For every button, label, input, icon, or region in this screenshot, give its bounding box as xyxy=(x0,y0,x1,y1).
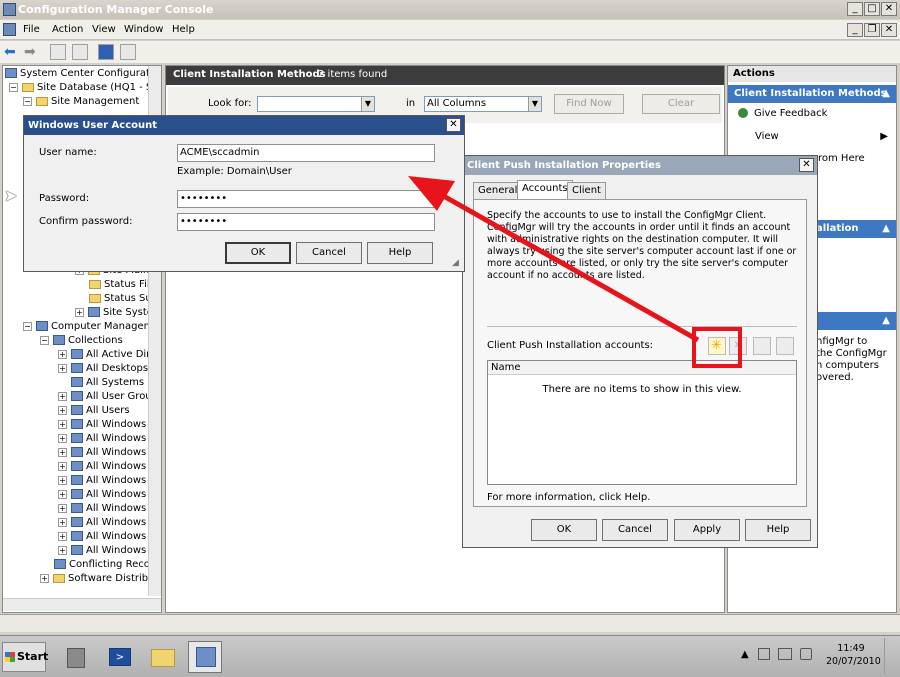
show-desktop-button[interactable] xyxy=(884,638,898,674)
annotation-highlight-box xyxy=(692,327,742,368)
flag-icon[interactable] xyxy=(758,648,770,660)
clock-time: 11:49 xyxy=(837,643,865,654)
taskbar: Start > ▲ 11:49 20/07/2010 xyxy=(0,635,900,677)
network-icon[interactable] xyxy=(778,648,792,660)
configmgr-console-taskbar-icon[interactable] xyxy=(188,641,222,673)
windows-logo-icon xyxy=(5,652,15,662)
server-manager-icon[interactable] xyxy=(58,641,92,673)
start-button[interactable]: Start xyxy=(2,642,49,672)
annotation-overlay xyxy=(408,176,742,368)
mouse-cursor-icon: ➤ xyxy=(4,186,18,205)
annotation-arrow-line xyxy=(438,191,700,343)
annotation-arrow-head xyxy=(408,176,455,211)
start-label: Start xyxy=(17,650,49,663)
show-hidden-icons-chevron[interactable]: ▲ xyxy=(741,649,749,660)
clock-date: 20/07/2010 xyxy=(826,656,881,667)
powershell-icon[interactable]: > xyxy=(102,641,136,673)
clock[interactable]: 11:49 20/07/2010 xyxy=(826,642,881,668)
explorer-folder-icon[interactable] xyxy=(145,641,179,673)
volume-muted-icon[interactable] xyxy=(800,648,812,660)
